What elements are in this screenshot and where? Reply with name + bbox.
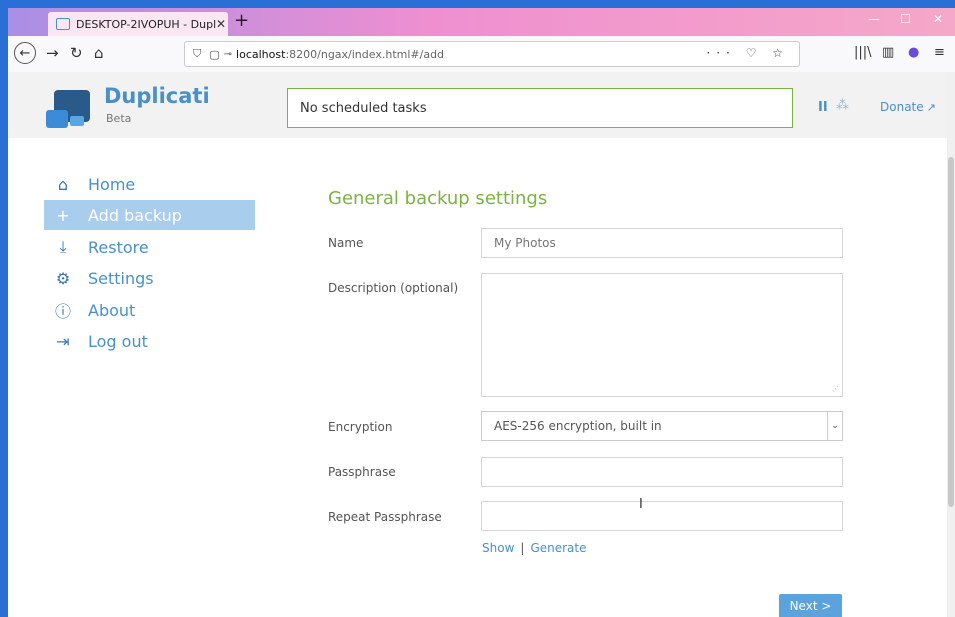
repeat-passphrase-label: Repeat Passphrase: [328, 510, 442, 524]
shield-icon: ⛉: [193, 47, 202, 60]
name-label: Name: [328, 236, 364, 250]
sidebar-item-logout[interactable]: ⇥ Log out: [44, 326, 255, 356]
throttle-icon[interactable]: ⁂: [836, 98, 849, 113]
library-icon[interactable]: |||\: [854, 45, 872, 60]
account-icon[interactable]: ●: [908, 45, 919, 60]
sidebar-item-about[interactable]: ⓘ About: [44, 295, 255, 325]
gear-icon: ⚙: [55, 268, 71, 288]
menu-icon[interactable]: ≡: [934, 45, 945, 60]
resize-grip-icon[interactable]: ⋰: [832, 385, 839, 393]
link-separator: |: [520, 541, 525, 555]
close-window-button[interactable]: ✕: [933, 12, 943, 26]
sidebar-item-add-backup[interactable]: + Add backup: [44, 200, 255, 230]
scrollbar-thumb[interactable]: [948, 157, 954, 507]
browser-tab[interactable]: DESKTOP-2IVOPUH - Duplicati ✕: [48, 12, 228, 36]
status-box: No scheduled tasks: [287, 88, 793, 128]
sidebar-item-label: Settings: [88, 268, 154, 288]
duplicati-logo-small: [46, 110, 68, 128]
donate-link[interactable]: Donate ↗: [880, 100, 936, 114]
page-actions[interactable]: ··· ♡ ☆: [706, 46, 789, 60]
sidebar-item-label: Add backup: [88, 205, 182, 225]
minimize-button[interactable]: —: [868, 12, 880, 26]
address-bar[interactable]: ⛉ ▢ ⊸ localhost:8200/ngax/index.html#/ad…: [184, 41, 800, 67]
text-cursor-icon: I: [639, 497, 643, 512]
passphrase-field[interactable]: [481, 457, 843, 487]
passphrase-label: Passphrase: [328, 465, 396, 479]
sidebar-item-home[interactable]: ⌂ Home: [44, 169, 255, 199]
app-tag: Beta: [106, 112, 132, 125]
repeat-passphrase-field[interactable]: [481, 501, 843, 531]
url-path: :8200/ngax/index.html#/add: [285, 47, 445, 61]
sidebar-item-restore[interactable]: ⤓ Restore: [44, 232, 255, 262]
encryption-value: AES-256 encryption, built in: [494, 419, 662, 433]
back-button[interactable]: ←: [14, 42, 36, 64]
sidebar-item-label: Home: [88, 174, 136, 194]
forward-button[interactable]: →: [46, 44, 59, 62]
sidebar-item-label: Log out: [88, 331, 148, 351]
external-link-icon: ↗: [926, 101, 936, 114]
page-icon: ▢: [209, 47, 220, 61]
app-header: Duplicati Beta No scheduled tasks II ⁂ D…: [8, 72, 947, 138]
restore-icon: ⤓: [59, 237, 67, 256]
browser-window: DESKTOP-2IVOPUH - Duplicati ✕ + — ☐ ✕ ← …: [8, 8, 955, 617]
logout-icon: ⇥: [56, 331, 70, 351]
url-host: localhost: [236, 47, 286, 61]
key-icon: ⊸: [223, 48, 233, 60]
description-field[interactable]: ⋰: [481, 273, 843, 397]
tab-bar: DESKTOP-2IVOPUH - Duplicati ✕ + — ☐ ✕: [8, 8, 955, 36]
duplicati-logo-accent: [70, 116, 84, 126]
page-scrollbar[interactable]: [947, 72, 955, 617]
app-name[interactable]: Duplicati: [104, 84, 210, 108]
donate-label: Donate: [880, 100, 924, 114]
page-title: General backup settings: [328, 188, 548, 209]
plus-icon: +: [56, 205, 70, 225]
description-label: Description (optional): [328, 281, 459, 295]
info-icon: ⓘ: [54, 302, 71, 321]
generate-link[interactable]: Generate: [530, 541, 586, 555]
reload-button[interactable]: ↻: [70, 44, 83, 62]
chevron-down-icon: ⌄: [827, 412, 842, 440]
name-field[interactable]: [481, 228, 843, 258]
sidebar-item-label: Restore: [88, 237, 149, 257]
encryption-select[interactable]: AES-256 encryption, built in ⌄: [481, 411, 843, 441]
show-link[interactable]: Show: [482, 541, 514, 555]
monitor-icon: [56, 18, 70, 30]
sidebar-item-settings[interactable]: ⚙ Settings: [44, 263, 255, 293]
encryption-label: Encryption: [328, 420, 393, 434]
sidebar-item-label: About: [88, 300, 136, 320]
sidebar-toggle-icon[interactable]: ▥: [882, 45, 894, 60]
passphrase-links: Show | Generate: [482, 541, 586, 555]
home-icon: ⌂: [57, 174, 69, 194]
tab-close-icon[interactable]: ✕: [216, 17, 226, 31]
tab-title: DESKTOP-2IVOPUH - Duplicati: [76, 17, 216, 31]
navigation-bar: ← → ↻ ⌂ ⛉ ▢ ⊸ localhost:8200/ngax/index.…: [8, 36, 955, 73]
new-tab-button[interactable]: +: [234, 10, 249, 31]
next-button[interactable]: Next >: [779, 594, 842, 617]
maximize-button[interactable]: ☐: [900, 12, 911, 26]
pause-icon[interactable]: II: [818, 100, 828, 115]
home-icon[interactable]: ⌂: [94, 44, 104, 62]
